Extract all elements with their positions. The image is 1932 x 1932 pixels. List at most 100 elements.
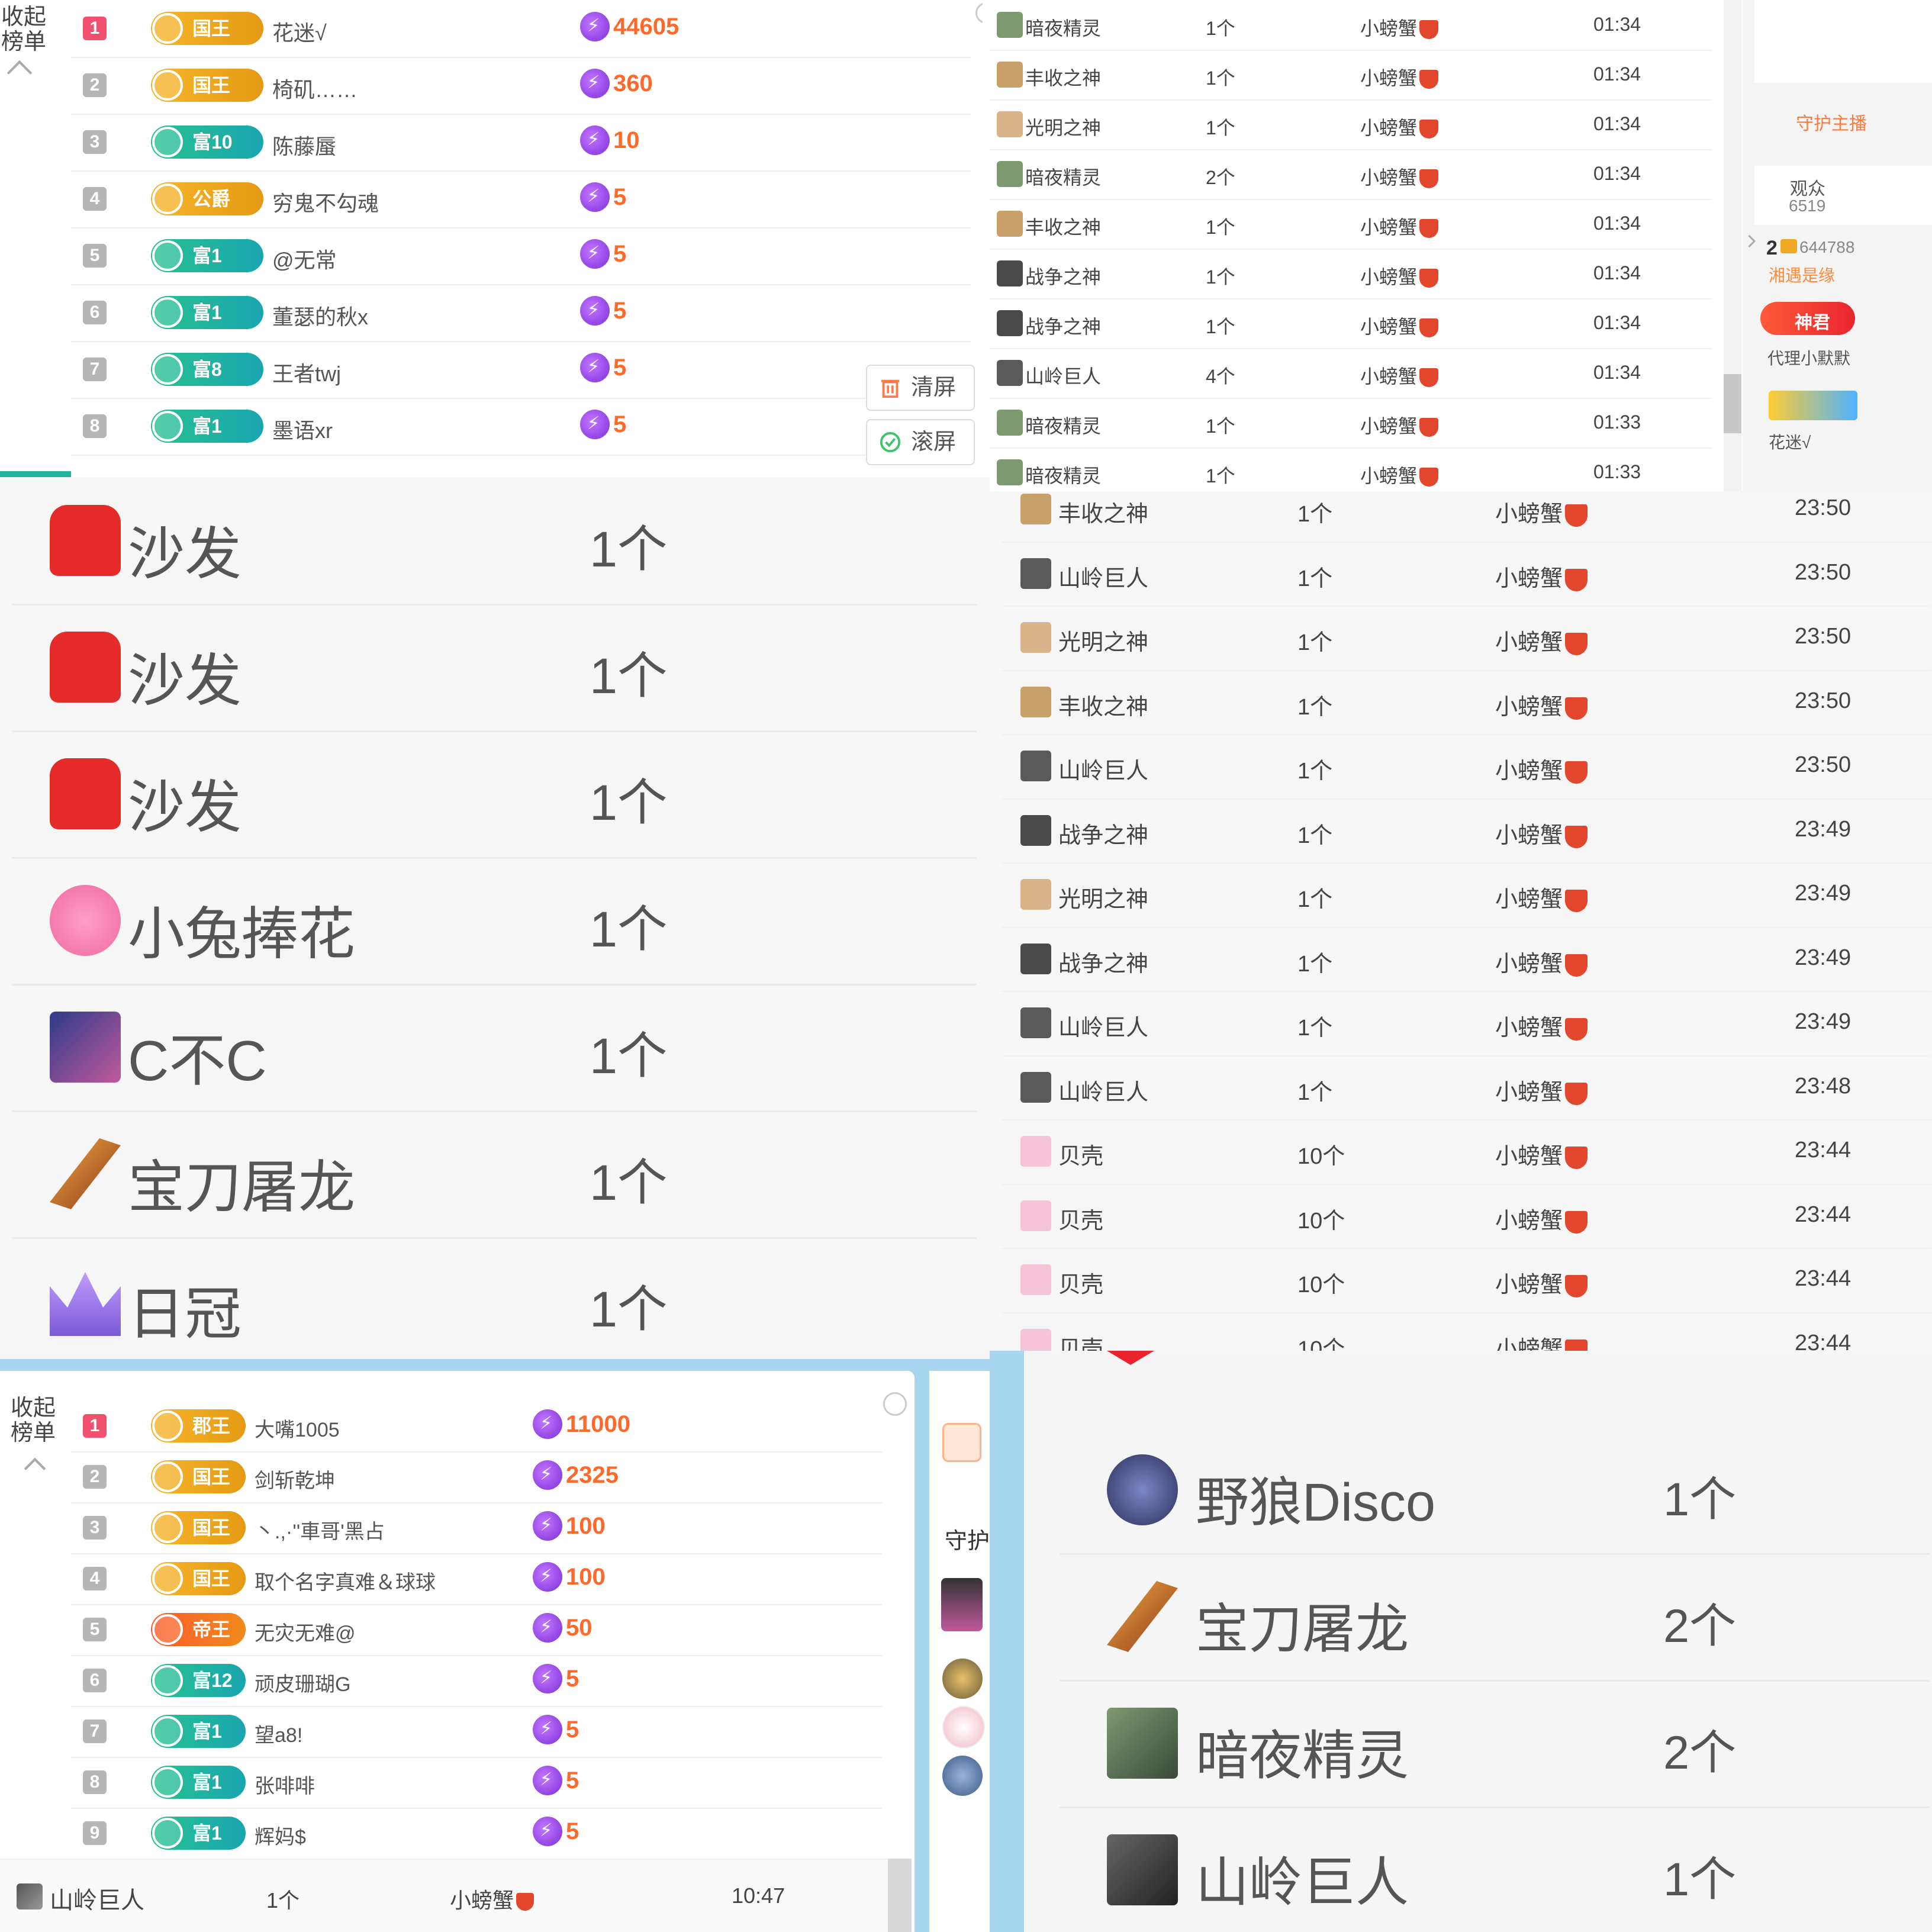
score-value: 5	[566, 1767, 579, 1793]
username[interactable]: 董瑟的秋x	[272, 300, 368, 331]
guard-avatar-1[interactable]	[941, 1578, 983, 1631]
ranking-row[interactable]: 4 国王 取个名字真难＆球球 100	[71, 1553, 882, 1605]
ranking-row[interactable]: 1 国王 花迷√ 44605	[71, 0, 971, 58]
collapse-ranking-button-bottom[interactable]: 收起 榜单	[9, 1396, 57, 1445]
gift-count: 2个	[1206, 166, 1235, 188]
proxy-text: 代理小默默	[1767, 349, 1851, 368]
ranking-row[interactable]: 2 国王 椅矶…… 360	[71, 57, 971, 115]
gift-sender[interactable]: 小螃蟹	[1360, 113, 1439, 140]
username[interactable]: 花迷√	[272, 16, 327, 47]
chevron-right-icon[interactable]	[1743, 234, 1756, 248]
gift-sender[interactable]: 小螃蟹	[1495, 560, 1588, 593]
username[interactable]: 辉妈$	[255, 1821, 306, 1850]
ranking-row[interactable]: 3 国王 丶.,·''車哥'黑占 100	[71, 1502, 882, 1554]
ranking-row[interactable]: 7 富8 王者twj 5	[71, 341, 971, 399]
gift-sender[interactable]: 小螃蟹	[1495, 752, 1588, 785]
gift-sender-name: 小螃蟹	[1360, 17, 1418, 39]
ranking-row[interactable]: 4 公爵 穷鬼不勾魂 5	[71, 170, 971, 228]
clear-screen-button[interactable]: 清屏	[866, 365, 975, 411]
help-icon[interactable]	[883, 1392, 907, 1416]
gift-name: 战争之神	[1025, 315, 1102, 337]
gift-sender[interactable]: 小螃蟹	[1360, 461, 1439, 488]
score-value: 100	[566, 1512, 606, 1539]
gift-sender[interactable]: 小螃蟹	[1360, 163, 1439, 190]
rank-number: 5	[83, 1618, 107, 1641]
username[interactable]: 大嘴1005	[255, 1413, 340, 1442]
gift-sender[interactable]: 小螃蟹	[1360, 212, 1439, 240]
username[interactable]: 陈藤蜃	[272, 130, 336, 160]
gift-sender[interactable]: 小螃蟹	[1495, 817, 1588, 849]
ranking-row[interactable]: 9 富1 辉妈$ 5	[71, 1808, 882, 1860]
username[interactable]: 墨语xr	[272, 414, 333, 445]
gift-sender[interactable]: 小螃蟹	[1360, 262, 1439, 289]
guard-tab[interactable]: 守护	[945, 1522, 990, 1555]
ranking-row[interactable]: 8 富1 张啡啡 5	[71, 1757, 882, 1809]
trash-icon	[881, 379, 900, 398]
gift-sender[interactable]: 小螃蟹	[1495, 1331, 1588, 1351]
gift-count: 1个	[1297, 887, 1333, 913]
score-value: 5	[566, 1665, 579, 1692]
scrollbar[interactable]	[1724, 0, 1741, 491]
gift-name: 贝壳	[1058, 1144, 1104, 1170]
username[interactable]: 丶.,·''車哥'黑占	[255, 1515, 385, 1544]
calendar-icon[interactable]	[942, 1423, 981, 1462]
guard-avatar-4[interactable]	[942, 1756, 983, 1796]
ranking-row[interactable]: 7 富1 望a8! 5	[71, 1706, 882, 1758]
gift-sender[interactable]: 小螃蟹	[1360, 411, 1439, 439]
guard-avatar-2[interactable]	[942, 1659, 983, 1699]
bottom-rank-panel: 收起 榜单 1 郡王 大嘴1005 11000 2 国王 剑斩乾坤 2325 3	[0, 1359, 990, 1932]
contribution-score: 50	[533, 1613, 593, 1646]
username[interactable]: 顽皮珊瑚G	[255, 1668, 350, 1697]
gift-sender[interactable]: 小螃蟹	[1360, 362, 1439, 389]
username[interactable]: 望a8!	[255, 1719, 302, 1748]
ranking-row[interactable]: 2 国王 剑斩乾坤 2325	[71, 1451, 882, 1503]
medal-label: 富1	[192, 1822, 222, 1844]
username[interactable]: 张啡啡	[255, 1770, 315, 1799]
gift-sender[interactable]: 小螃蟹	[1495, 881, 1588, 913]
gift-sender[interactable]: 小螃蟹	[1360, 312, 1439, 339]
scrollbar-thumb[interactable]	[1724, 374, 1741, 433]
ranking-row[interactable]: 6 富1 董瑟的秋x 5	[71, 284, 971, 342]
ranking-row[interactable]: 8 富1 墨语xr 5	[71, 398, 971, 456]
username[interactable]: 剑斩乾坤	[255, 1464, 335, 1493]
medal-emblem-icon	[152, 354, 183, 385]
guard-avatar-3[interactable]	[942, 1706, 985, 1749]
username[interactable]: 无灾无难@	[255, 1617, 356, 1646]
gift-sender[interactable]: 小螃蟹	[1495, 1202, 1588, 1235]
collapse-ranking-button[interactable]: 收起 榜单	[0, 5, 47, 54]
gift-sender[interactable]: 小螃蟹	[1495, 1266, 1588, 1299]
user-level-medal: 国王	[151, 1562, 246, 1595]
guard-anchor-link[interactable]: 守护主播	[1796, 109, 1867, 135]
gift-sender[interactable]: 小螃蟹	[1495, 1074, 1588, 1106]
username[interactable]: 取个名字真难＆球球	[255, 1566, 436, 1595]
gift-sender[interactable]: 小螃蟹	[1495, 1138, 1588, 1170]
gift-sender[interactable]: 小螃蟹	[1495, 1009, 1588, 1042]
scrollbar[interactable]	[888, 1859, 912, 1932]
username[interactable]: 王者twj	[272, 357, 341, 388]
help-icon[interactable]	[975, 2, 983, 24]
gift-sender[interactable]: 小螃蟹	[1495, 688, 1588, 721]
gift-sender[interactable]: 小螃蟹	[1360, 14, 1439, 41]
username[interactable]: 椅矶……	[272, 73, 358, 104]
gift-sender[interactable]: 小螃蟹	[1495, 495, 1588, 528]
user-crest-icon	[516, 1893, 534, 1911]
medal-emblem-icon	[152, 1411, 183, 1441]
gift-icon	[50, 885, 121, 956]
ranking-row[interactable]: 5 帝王 无灾无难@ 50	[71, 1604, 882, 1656]
username[interactable]: @无常	[272, 243, 337, 274]
gift-sender[interactable]: 小螃蟹	[1495, 945, 1588, 978]
gift-sender-name: 小螃蟹	[1495, 1337, 1563, 1351]
ranking-row[interactable]: 5 富1 @无常 5	[71, 227, 971, 285]
user-level-medal: 富1	[151, 410, 263, 443]
scroll-screen-button[interactable]: 滚屏	[866, 419, 975, 465]
gift-count: 1个	[1297, 566, 1333, 591]
gift-sender[interactable]: 小螃蟹	[1360, 63, 1439, 91]
username[interactable]: 穷鬼不勾魂	[272, 186, 379, 217]
ranking-row[interactable]: 1 郡王 大嘴1005 11000	[71, 1400, 882, 1453]
gift-icon	[50, 505, 121, 576]
ranking-row[interactable]: 3 富10 陈藤蜃 10	[71, 114, 971, 172]
ranking-row[interactable]: 6 富12 顽皮珊瑚G 5	[71, 1655, 882, 1707]
gift-sender[interactable]: 小螃蟹	[1495, 624, 1588, 656]
lightning-orb-icon	[533, 1664, 562, 1693]
user-level-medal: 国王	[151, 12, 263, 45]
